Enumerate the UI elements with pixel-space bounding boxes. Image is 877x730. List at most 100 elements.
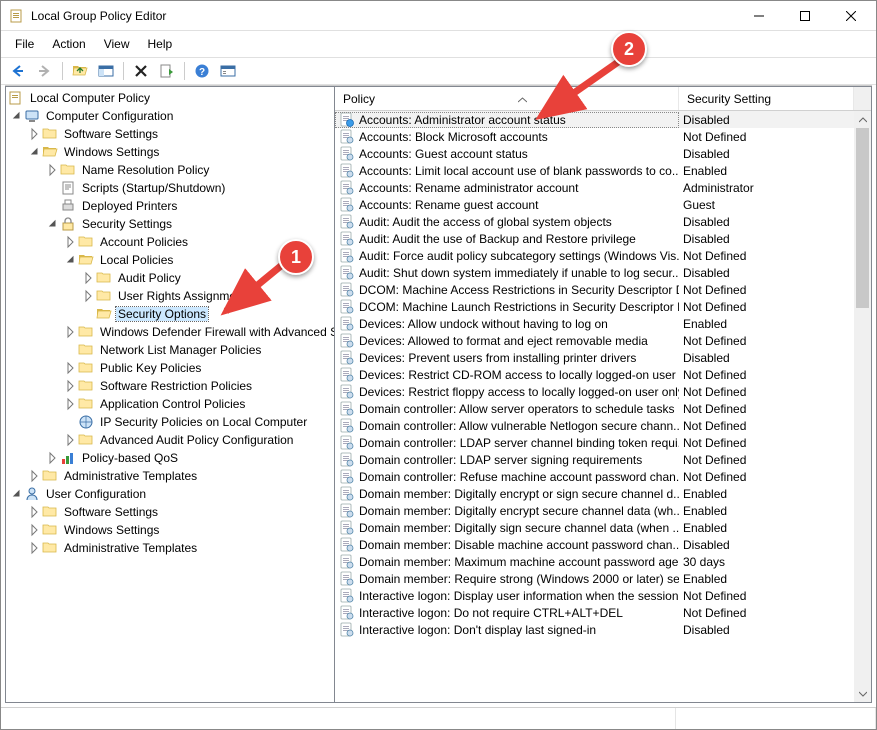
list-row[interactable]: Domain member: Maximum machine account p…	[335, 553, 854, 570]
back-button[interactable]	[7, 60, 31, 82]
list-row[interactable]: Domain controller: Allow server operator…	[335, 400, 854, 417]
expand-toggle[interactable]	[10, 487, 24, 501]
tree-ip-security-policies[interactable]: IP Security Policies on Local Computer	[6, 413, 334, 431]
setting-cell: Enabled	[679, 487, 854, 501]
forward-button[interactable]	[33, 60, 57, 82]
expand-toggle[interactable]	[28, 505, 42, 519]
list-row[interactable]: Accounts: Block Microsoft accountsNot De…	[335, 128, 854, 145]
list-row[interactable]: Devices: Restrict CD-ROM access to local…	[335, 366, 854, 383]
tree-administrative-templates[interactable]: Administrative Templates	[6, 467, 334, 485]
list-row[interactable]: Domain member: Digitally encrypt or sign…	[335, 485, 854, 502]
tree-software-restriction-policies[interactable]: Software Restriction Policies	[6, 377, 334, 395]
tree-windows-settings[interactable]: Windows Settings	[6, 143, 334, 161]
list-row[interactable]: Accounts: Guest account statusDisabled	[335, 145, 854, 162]
list-row[interactable]: Accounts: Limit local account use of bla…	[335, 162, 854, 179]
policy-item-icon	[339, 163, 355, 179]
scroll-track[interactable]	[854, 128, 871, 685]
list-row[interactable]: DCOM: Machine Launch Restrictions in Sec…	[335, 298, 854, 315]
titlebar[interactable]: Local Group Policy Editor	[1, 1, 876, 31]
list-row[interactable]: Interactive logon: Do not require CTRL+A…	[335, 604, 854, 621]
vertical-scrollbar[interactable]	[854, 111, 871, 702]
list-row[interactable]: Audit: Force audit policy subcategory se…	[335, 247, 854, 264]
expand-toggle[interactable]	[28, 145, 42, 159]
expand-toggle[interactable]	[10, 109, 24, 123]
list-row[interactable]: Devices: Allowed to format and eject rem…	[335, 332, 854, 349]
tree-root[interactable]: Local Computer Policy	[6, 89, 334, 107]
list-row[interactable]: Devices: Prevent users from installing p…	[335, 349, 854, 366]
expand-toggle[interactable]	[46, 451, 60, 465]
expand-toggle[interactable]	[64, 397, 78, 411]
tree-public-key-policies[interactable]: Public Key Policies	[6, 359, 334, 377]
list-row[interactable]: Domain member: Disable machine account p…	[335, 536, 854, 553]
expand-toggle[interactable]	[64, 379, 78, 393]
expand-toggle[interactable]	[28, 469, 42, 483]
expand-toggle[interactable]	[64, 235, 78, 249]
scroll-down-button[interactable]	[854, 685, 871, 702]
tree-software-settings[interactable]: Software Settings	[6, 125, 334, 143]
menu-help[interactable]: Help	[140, 33, 181, 55]
expand-toggle[interactable]	[28, 127, 42, 141]
filter-button[interactable]	[216, 60, 240, 82]
menu-file[interactable]: File	[7, 33, 42, 55]
list-row[interactable]: Accounts: Rename administrator accountAd…	[335, 179, 854, 196]
maximize-button[interactable]	[782, 1, 828, 30]
tree-user-configuration[interactable]: User Configuration	[6, 485, 334, 503]
expand-toggle[interactable]	[46, 217, 60, 231]
tree-deployed-printers[interactable]: Deployed Printers	[6, 197, 334, 215]
column-header-setting[interactable]: Security Setting	[679, 87, 854, 110]
tree-administrative-templates-user[interactable]: Administrative Templates	[6, 539, 334, 557]
list-row[interactable]: DCOM: Machine Access Restrictions in Sec…	[335, 281, 854, 298]
tree-pane[interactable]: Local Computer Policy Computer Configura…	[5, 86, 335, 703]
tree-application-control-policies[interactable]: Application Control Policies	[6, 395, 334, 413]
up-level-button[interactable]	[68, 60, 92, 82]
list-row[interactable]: Accounts: Rename guest accountGuest	[335, 196, 854, 213]
list-row[interactable]: Interactive logon: Display user informat…	[335, 587, 854, 604]
policy-name: DCOM: Machine Access Restrictions in Sec…	[359, 283, 679, 297]
tree-software-settings-user[interactable]: Software Settings	[6, 503, 334, 521]
list-row[interactable]: Domain member: Digitally sign secure cha…	[335, 519, 854, 536]
list-row[interactable]: Domain member: Digitally encrypt secure …	[335, 502, 854, 519]
scroll-up-button[interactable]	[854, 111, 871, 128]
expand-toggle[interactable]	[64, 325, 78, 339]
list-row[interactable]: Devices: Allow undock without having to …	[335, 315, 854, 332]
list-row[interactable]: Domain controller: Allow vulnerable Netl…	[335, 417, 854, 434]
expand-toggle[interactable]	[28, 523, 42, 537]
setting-cell: Disabled	[679, 147, 854, 161]
expand-toggle[interactable]	[64, 433, 78, 447]
help-button[interactable]: ?	[190, 60, 214, 82]
tree-name-resolution-policy[interactable]: Name Resolution Policy	[6, 161, 334, 179]
tree-scripts[interactable]: Scripts (Startup/Shutdown)	[6, 179, 334, 197]
list-row[interactable]: Audit: Audit the access of global system…	[335, 213, 854, 230]
list-row[interactable]: Audit: Audit the use of Backup and Resto…	[335, 230, 854, 247]
tree-windows-defender-firewall[interactable]: Windows Defender Firewall with Advanced …	[6, 323, 334, 341]
list-body[interactable]: Accounts: Administrator account statusDi…	[335, 111, 854, 702]
close-button[interactable]	[828, 1, 874, 30]
menu-view[interactable]: View	[96, 33, 138, 55]
tree-computer-configuration[interactable]: Computer Configuration	[6, 107, 334, 125]
tree-windows-settings-user[interactable]: Windows Settings	[6, 521, 334, 539]
list-row[interactable]: Interactive logon: Don't display last si…	[335, 621, 854, 638]
expand-toggle[interactable]	[46, 163, 60, 177]
list-row[interactable]: Domain controller: LDAP server signing r…	[335, 451, 854, 468]
policy-item-icon	[339, 248, 355, 264]
tree-network-list-manager[interactable]: Network List Manager Policies	[6, 341, 334, 359]
expand-toggle[interactable]	[82, 271, 96, 285]
scroll-thumb[interactable]	[856, 128, 869, 308]
minimize-button[interactable]	[736, 1, 782, 30]
tree-policy-based-qos[interactable]: Policy-based QoS	[6, 449, 334, 467]
tree-advanced-audit-policy[interactable]: Advanced Audit Policy Configuration	[6, 431, 334, 449]
show-hide-tree-button[interactable]	[94, 60, 118, 82]
list-row[interactable]: Domain controller: LDAP server channel b…	[335, 434, 854, 451]
list-row[interactable]: Audit: Shut down system immediately if u…	[335, 264, 854, 281]
expand-toggle[interactable]	[28, 541, 42, 555]
expand-toggle[interactable]	[82, 289, 96, 303]
delete-button[interactable]	[129, 60, 153, 82]
tree-security-settings[interactable]: Security Settings	[6, 215, 334, 233]
list-row[interactable]: Domain member: Require strong (Windows 2…	[335, 570, 854, 587]
menu-action[interactable]: Action	[44, 33, 93, 55]
list-row[interactable]: Devices: Restrict floppy access to local…	[335, 383, 854, 400]
list-row[interactable]: Domain controller: Refuse machine accoun…	[335, 468, 854, 485]
export-list-button[interactable]	[155, 60, 179, 82]
expand-toggle[interactable]	[64, 361, 78, 375]
expand-toggle[interactable]	[64, 253, 78, 267]
